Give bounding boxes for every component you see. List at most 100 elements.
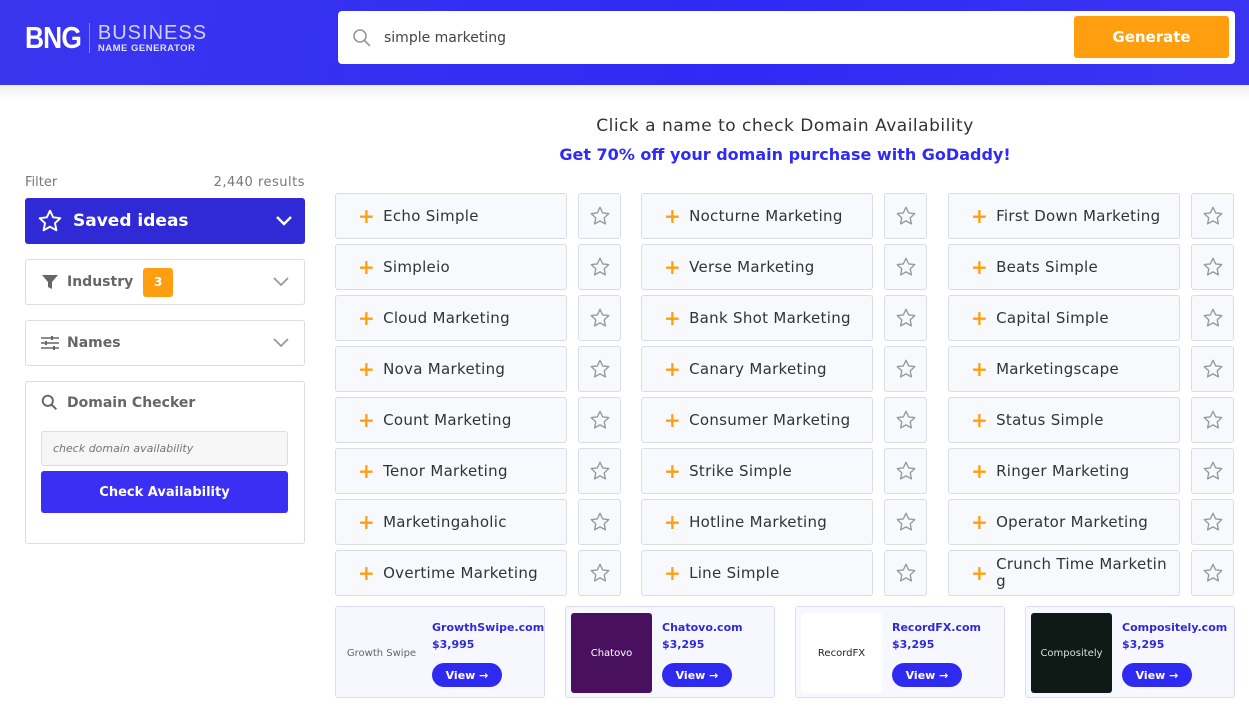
generate-button[interactable]: Generate — [1074, 16, 1229, 58]
save-star-button[interactable] — [1191, 448, 1234, 494]
domain-name[interactable]: Chatovo.com — [662, 621, 743, 634]
name-button[interactable]: + Simpleio — [335, 244, 567, 290]
industry-count-badge: 3 — [143, 267, 174, 297]
plus-icon: + — [664, 306, 682, 330]
names-filter[interactable]: Names — [25, 320, 305, 366]
name-button[interactable]: + Capital Simple — [948, 295, 1180, 341]
save-star-button[interactable] — [884, 397, 927, 443]
star-icon — [896, 308, 915, 327]
search-input[interactable] — [384, 29, 1024, 46]
star-icon — [896, 206, 915, 225]
name-button[interactable]: + Marketingscape — [948, 346, 1180, 392]
check-availability-button[interactable]: Check Availability — [41, 471, 288, 513]
name-button[interactable]: + Hotline Marketing — [641, 499, 873, 545]
logo-line1: BUSINESS — [97, 21, 208, 44]
star-icon — [590, 206, 609, 225]
star-icon — [1203, 206, 1222, 225]
name-text: Ringer Marketing — [996, 461, 1130, 480]
save-star-button[interactable] — [1191, 397, 1234, 443]
name-text: Marketingaholic — [383, 512, 507, 531]
industry-filter[interactable]: Industry 3 — [25, 259, 305, 305]
domain-price: $3,995 — [432, 638, 475, 651]
save-star-button[interactable] — [884, 346, 927, 392]
star-icon — [896, 359, 915, 378]
save-star-button[interactable] — [578, 295, 621, 341]
star-icon — [1203, 563, 1222, 582]
name-text: Marketingscape — [996, 359, 1120, 378]
plus-icon: + — [971, 357, 989, 381]
name-button[interactable]: + Cloud Marketing — [335, 295, 567, 341]
domain-input[interactable] — [41, 431, 288, 466]
plus-icon: + — [971, 510, 989, 534]
save-star-button[interactable] — [578, 499, 621, 545]
save-star-button[interactable] — [884, 499, 927, 545]
name-button[interactable]: + First Down Marketing — [948, 193, 1180, 239]
name-button[interactable]: + Marketingaholic — [335, 499, 567, 545]
plus-icon: + — [664, 408, 682, 432]
save-star-button[interactable] — [884, 448, 927, 494]
domain-name[interactable]: GrowthSwipe.com — [432, 621, 544, 634]
domain-name[interactable]: RecordFX.com — [892, 621, 981, 634]
name-button[interactable]: + Canary Marketing — [641, 346, 873, 392]
name-text: Canary Marketing — [689, 359, 827, 378]
name-button[interactable]: + Nocturne Marketing — [641, 193, 873, 239]
save-star-button[interactable] — [1191, 244, 1234, 290]
save-star-button[interactable] — [884, 244, 927, 290]
name-text: Beats Simple — [996, 257, 1099, 276]
name-button[interactable]: + Overtime Marketing — [335, 550, 567, 596]
save-star-button[interactable] — [578, 346, 621, 392]
plus-icon: + — [971, 306, 989, 330]
saved-ideas-dropdown[interactable]: Saved ideas — [25, 198, 305, 244]
save-star-button[interactable] — [1191, 499, 1234, 545]
save-star-button[interactable] — [578, 244, 621, 290]
save-star-button[interactable] — [578, 397, 621, 443]
save-star-button[interactable] — [1191, 550, 1234, 596]
save-star-button[interactable] — [578, 193, 621, 239]
name-button[interactable]: + Crunch Time Marketing — [948, 550, 1180, 596]
domain-checker: Domain Checker Check Availability — [25, 381, 305, 544]
star-icon — [1203, 461, 1222, 480]
name-button[interactable]: + Status Simple — [948, 397, 1180, 443]
name-text: Status Simple — [996, 410, 1104, 429]
domain-ad-card: Growth Swipe GrowthSwipe.com $3,995 View → — [335, 606, 545, 698]
view-button[interactable]: View → — [432, 663, 502, 687]
star-icon — [590, 461, 609, 480]
save-star-button[interactable] — [1191, 295, 1234, 341]
view-button[interactable]: View → — [1122, 663, 1192, 687]
logo[interactable]: BNG BUSINESS NAME GENERATOR — [25, 20, 207, 56]
star-icon — [1203, 257, 1222, 276]
save-star-button[interactable] — [578, 448, 621, 494]
save-star-button[interactable] — [884, 550, 927, 596]
star-icon — [896, 257, 915, 276]
domain-logo: Chatovo — [571, 613, 652, 693]
view-button[interactable]: View → — [892, 663, 962, 687]
name-button[interactable]: + Verse Marketing — [641, 244, 873, 290]
name-button[interactable]: + Tenor Marketing — [335, 448, 567, 494]
name-button[interactable]: + Bank Shot Marketing — [641, 295, 873, 341]
view-button[interactable]: View → — [662, 663, 732, 687]
name-button[interactable]: + Operator Marketing — [948, 499, 1180, 545]
save-star-button[interactable] — [884, 295, 927, 341]
plus-icon: + — [358, 510, 376, 534]
save-star-button[interactable] — [1191, 346, 1234, 392]
save-star-button[interactable] — [884, 193, 927, 239]
name-button[interactable]: + Ringer Marketing — [948, 448, 1180, 494]
name-button[interactable]: + Nova Marketing — [335, 346, 567, 392]
save-star-button[interactable] — [578, 550, 621, 596]
filter-label: Filter — [25, 175, 58, 190]
chevron-down-icon — [273, 277, 289, 287]
promo-link[interactable]: Get 70% off your domain purchase with Go… — [335, 145, 1235, 164]
name-text: Simpleio — [383, 257, 451, 276]
plus-icon: + — [358, 561, 376, 585]
save-star-button[interactable] — [1191, 193, 1234, 239]
name-button[interactable]: + Beats Simple — [948, 244, 1180, 290]
name-button[interactable]: + Count Marketing — [335, 397, 567, 443]
name-text: First Down Marketing — [996, 206, 1161, 225]
name-button[interactable]: + Echo Simple — [335, 193, 567, 239]
name-text: Echo Simple — [383, 206, 479, 225]
name-button[interactable]: + Strike Simple — [641, 448, 873, 494]
star-icon — [896, 512, 915, 531]
name-button[interactable]: + Consumer Marketing — [641, 397, 873, 443]
domain-name[interactable]: Compositely.com — [1122, 621, 1227, 634]
name-button[interactable]: + Line Simple — [641, 550, 873, 596]
